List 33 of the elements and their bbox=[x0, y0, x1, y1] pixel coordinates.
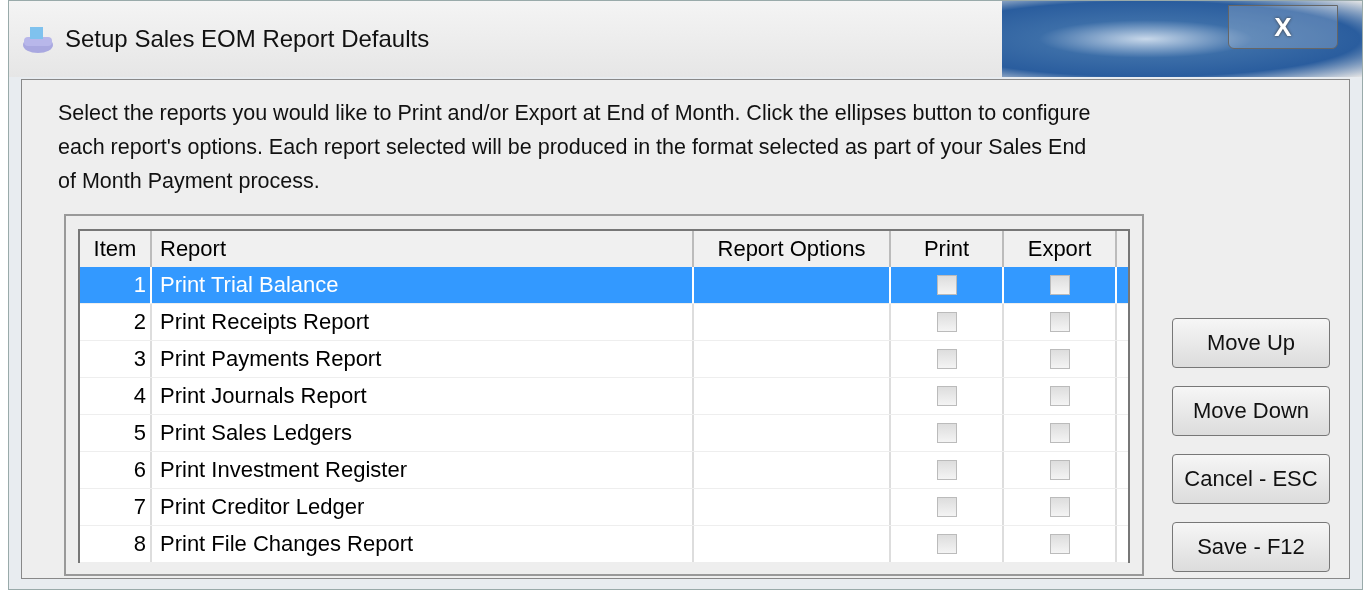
export-checkbox[interactable] bbox=[1049, 275, 1070, 295]
print-checkbox[interactable] bbox=[936, 275, 957, 295]
export-checkbox[interactable] bbox=[1049, 423, 1070, 443]
item-cell: 8 bbox=[80, 526, 152, 562]
dialog-button[interactable]: Save - F12 bbox=[1172, 522, 1330, 572]
report-cell: Print File Changes Report bbox=[152, 526, 694, 562]
export-checkbox[interactable] bbox=[1049, 460, 1070, 480]
export-checkbox[interactable] bbox=[1049, 386, 1070, 406]
export-checkbox[interactable] bbox=[1049, 534, 1070, 554]
print-checkbox[interactable] bbox=[936, 497, 957, 517]
report-row[interactable]: 6 Print Investment Register bbox=[80, 452, 1128, 489]
report-row[interactable]: 3 Print Payments Report bbox=[80, 341, 1128, 378]
printer-icon bbox=[21, 24, 55, 54]
report-row[interactable]: 5 Print Sales Ledgers bbox=[80, 415, 1128, 452]
close-button[interactable]: X bbox=[1228, 5, 1338, 49]
print-checkbox[interactable] bbox=[936, 534, 957, 554]
export-checkbox[interactable] bbox=[1049, 497, 1070, 517]
export-checkbox[interactable] bbox=[1049, 349, 1070, 369]
print-checkbox[interactable] bbox=[936, 349, 957, 369]
export-checkbox[interactable] bbox=[1049, 312, 1070, 332]
dialog-button[interactable]: Move Up bbox=[1172, 318, 1330, 368]
dialog-button[interactable]: Move Down bbox=[1172, 386, 1330, 436]
print-checkbox[interactable] bbox=[936, 386, 957, 406]
window-title: Setup Sales EOM Report Defaults bbox=[65, 25, 430, 53]
print-checkbox[interactable] bbox=[936, 460, 957, 480]
dialog-button[interactable]: Cancel - ESC bbox=[1172, 454, 1330, 504]
print-checkbox[interactable] bbox=[936, 312, 957, 332]
report-row[interactable]: 4 Print Journals Report bbox=[80, 378, 1128, 415]
instructions-text: Select the reports you would like to Print and/or Export at End of Month. Click the ellipses button to configure each report's options. Each report selected will be produced in the format selected as part of your Sales End of Month Payment process. bbox=[58, 100, 1092, 195]
report-row[interactable]: 8 Print File Changes Report bbox=[80, 526, 1128, 563]
report-row[interactable]: 7 Print Creditor Ledger bbox=[80, 489, 1128, 526]
print-checkbox[interactable] bbox=[936, 423, 957, 443]
report-row[interactable]: 2 Print Receipts Report bbox=[80, 304, 1128, 341]
